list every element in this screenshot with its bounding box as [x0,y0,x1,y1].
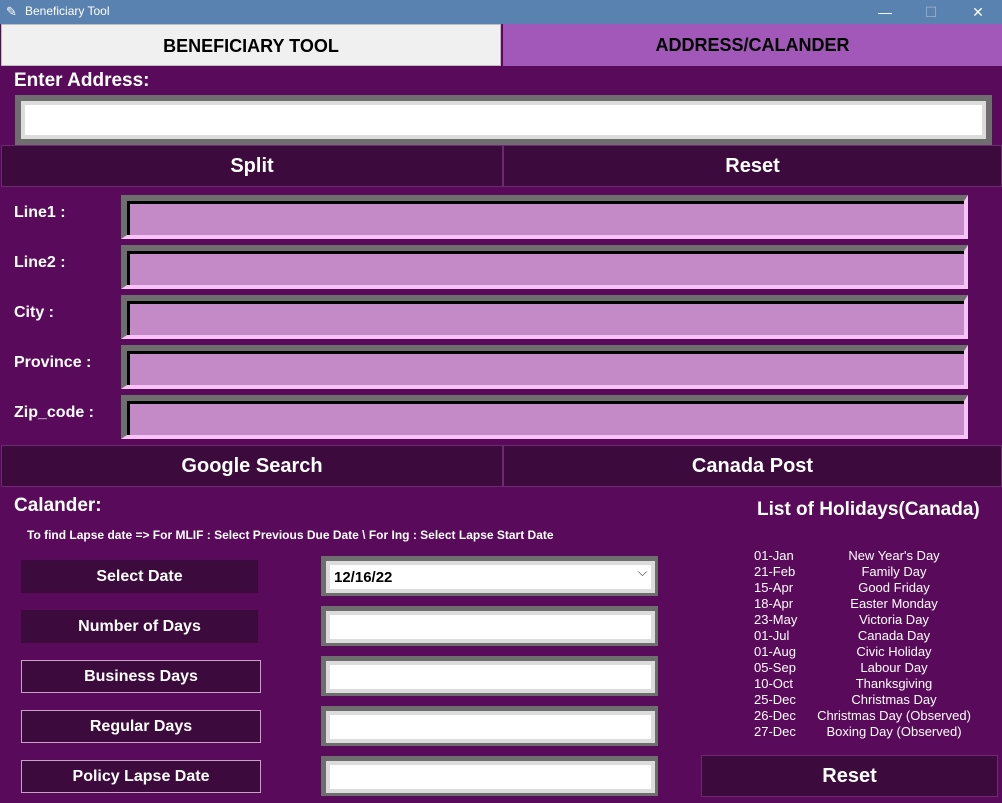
title-bar: ✎ Beneficiary Tool — ☐ ✕ [0,0,1002,24]
holiday-name: Victoria Day [859,612,929,627]
enter-address-heading: Enter Address: [14,70,150,91]
holiday-date: 15-Apr [754,580,794,595]
holiday-name: New Year's Day [848,548,940,563]
address-input[interactable] [25,105,982,135]
holiday-name: Christmas Day [851,692,937,707]
business-days-field[interactable] [321,656,658,696]
number-of-days-input[interactable] [330,615,651,639]
line1-field[interactable] [121,195,968,239]
lapse-date-note: To find Lapse date => For MLIF : Select … [27,528,554,542]
google-search-button[interactable]: Google Search [1,445,503,487]
holiday-date: 10-Oct [754,676,794,691]
city-label: City : [14,304,54,321]
policy-lapse-date-button[interactable]: Policy Lapse Date [21,760,261,793]
zip-code-label: Zip_code : [14,404,95,421]
zip-code-field[interactable] [121,395,968,439]
province-field[interactable] [121,345,968,389]
province-label: Province : [14,354,92,371]
holiday-name: Canada Day [857,628,931,643]
holiday-date: 27-Dec [754,724,796,739]
holiday-date: 18-Apr [754,596,794,611]
holiday-date: 01-Jan [754,548,794,563]
holiday-name: Christmas Day (Observed) [817,708,971,723]
tab-address-calander[interactable]: ADDRESS/CALANDER [503,24,1002,66]
regular-days-button[interactable]: Regular Days [21,710,261,743]
holiday-date: 26-Dec [754,708,796,723]
holiday-name: Civic Holiday [856,644,932,659]
business-days-input[interactable] [330,665,651,689]
chevron-down-icon[interactable]: ⌵ [638,565,647,580]
holiday-date: 25-Dec [754,692,796,707]
window-title: Beneficiary Tool [25,4,110,18]
holiday-name: Boxing Day (Observed) [826,724,962,739]
number-of-days-field[interactable] [321,606,658,646]
holiday-name: Good Friday [858,580,930,595]
address-field-frame [15,95,992,145]
split-button[interactable]: Split [1,145,503,187]
calendar-reset-button[interactable]: Reset [701,755,998,797]
holiday-date: 21-Feb [754,564,796,579]
regular-days-input[interactable] [330,715,651,739]
regular-days-field[interactable] [321,706,658,746]
minimize-button[interactable]: — [862,0,908,24]
select-date-input[interactable] [330,565,651,589]
business-days-button[interactable]: Business Days [21,660,261,693]
number-of-days-label: Number of Days [21,610,258,643]
holiday-name: Thanksgiving [855,676,933,691]
holiday-date: 01-Aug [754,644,796,659]
holiday-name: Labour Day [860,660,928,675]
holiday-name: Easter Monday [850,596,938,611]
line2-field[interactable] [121,245,968,289]
maximize-button[interactable]: ☐ [908,0,954,24]
calander-heading: Calander: [14,495,102,516]
line2-label: Line2 : [14,254,66,271]
canada-post-button[interactable]: Canada Post [503,445,1002,487]
policy-lapse-date-field[interactable] [321,756,658,796]
city-field[interactable] [121,295,968,339]
tab-beneficiary-tool[interactable]: BENEFICIARY TOOL [1,24,501,66]
select-date-combobox[interactable]: ⌵ [321,556,658,596]
holiday-date: 05-Sep [754,660,796,675]
select-date-label: Select Date [21,560,258,593]
policy-lapse-date-input[interactable] [330,765,651,789]
line1-label: Line1 : [14,204,66,221]
holiday-date: 01-Jul [754,628,790,643]
address-reset-button[interactable]: Reset [503,145,1002,187]
close-button[interactable]: ✕ [955,0,1001,24]
holiday-name: Family Day [861,564,927,579]
holidays-title: List of Holidays(Canada) [757,499,980,520]
holiday-date: 23-May [754,612,798,627]
feather-icon: ✎ [6,4,17,19]
